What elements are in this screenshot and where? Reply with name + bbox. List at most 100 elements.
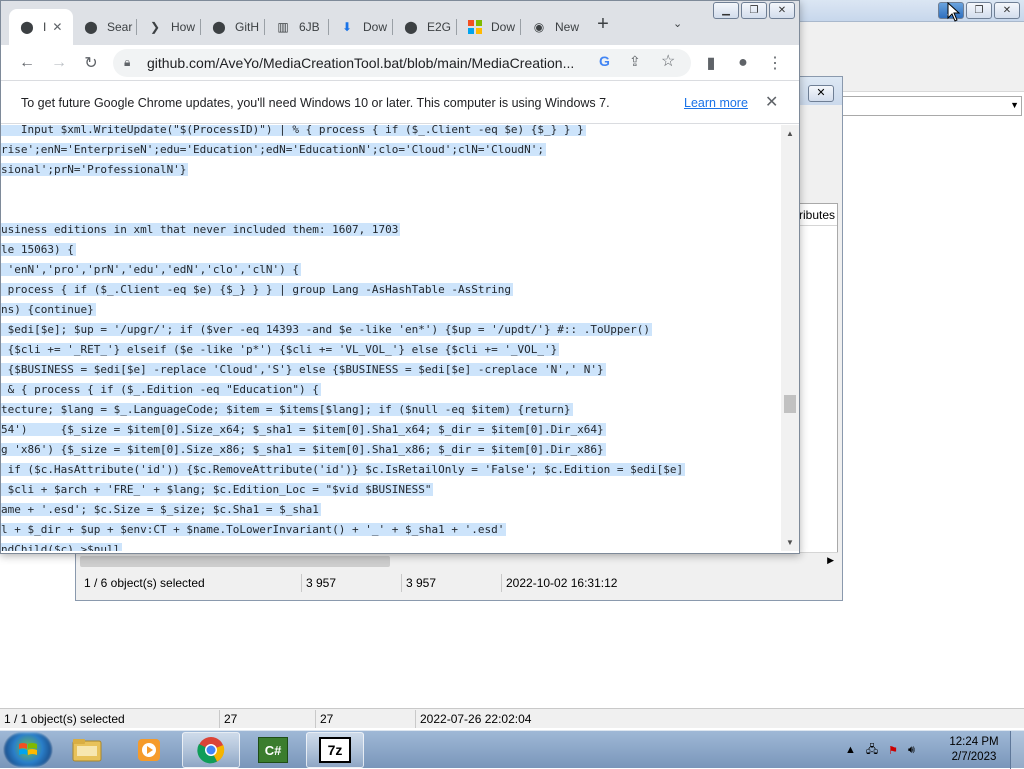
tab-label: Dow bbox=[363, 20, 388, 34]
restore-icon: ❐ bbox=[749, 5, 759, 16]
code-line-text: 54') {$_size = $item[0].Size_x64; $_sha1… bbox=[1, 423, 606, 436]
code-line-text: usiness editions in xml that never inclu… bbox=[1, 223, 401, 236]
tab-search[interactable]: ⬤ Sear bbox=[73, 9, 137, 45]
taskbar-chrome[interactable] bbox=[182, 732, 240, 768]
close-tab-icon[interactable]: ✕ bbox=[52, 20, 62, 34]
clock[interactable]: 12:24 PM 2/7/2023 bbox=[944, 735, 1004, 765]
chrome-icon bbox=[197, 737, 225, 764]
back-arrow-icon: ← bbox=[19, 54, 35, 71]
code-line[interactable]: if ($c.HasAttribute('id')) {$c.RemoveAtt… bbox=[1, 461, 686, 479]
tab-6jb[interactable]: ▥ 6JB bbox=[265, 9, 329, 45]
scrollbar-thumb[interactable] bbox=[784, 395, 796, 413]
column-header-attributes[interactable]: ributes bbox=[799, 208, 835, 222]
tab-label: E2G bbox=[427, 20, 452, 34]
code-line[interactable]: 54') {$_size = $item[0].Size_x64; $_sha1… bbox=[1, 421, 606, 439]
clock-date: 2/7/2023 bbox=[951, 751, 997, 763]
windows-logo-icon bbox=[19, 743, 37, 755]
start-button[interactable] bbox=[3, 732, 53, 768]
taskbar-csharp[interactable]: C# bbox=[244, 732, 302, 768]
code-line[interactable]: rise';enN='EnterpriseN';edu='Education';… bbox=[1, 141, 547, 159]
tab-label: GitH bbox=[235, 20, 259, 34]
vertical-scrollbar[interactable]: ▲ ▼ bbox=[781, 125, 799, 551]
reload-button[interactable]: ↻ bbox=[79, 51, 103, 75]
code-line-text: ns) {continue} bbox=[1, 303, 96, 316]
share-icon[interactable]: ⇪ bbox=[629, 53, 641, 70]
background-path-combo[interactable]: ▼ bbox=[840, 96, 1022, 116]
scroll-down-icon[interactable]: ▼ bbox=[786, 538, 794, 547]
code-line[interactable]: ame + '.esd'; $c.Size = $_size; $c.Sha1 … bbox=[1, 501, 321, 519]
forward-button[interactable]: → bbox=[47, 51, 71, 75]
inner-close-button[interactable]: ✕ bbox=[808, 85, 834, 102]
microsoft-icon bbox=[467, 19, 483, 35]
kebab-menu-icon: ⋮ bbox=[767, 55, 783, 72]
code-view[interactable]: Input $xml.WriteUpdate("$(ProcessID)") |… bbox=[1, 125, 781, 551]
library-icon: ▥ bbox=[277, 20, 289, 34]
url-text[interactable]: github.com/AveYo/MediaCreationTool.bat/b… bbox=[147, 55, 587, 71]
code-line[interactable]: le 15063) { bbox=[1, 241, 76, 259]
close-button[interactable]: ✕ bbox=[994, 2, 1020, 19]
code-line[interactable]: sional';prN='ProfessionalN'} bbox=[1, 161, 189, 179]
scrollbar-thumb[interactable] bbox=[80, 556, 390, 567]
side-panel-button[interactable]: ▮ bbox=[699, 51, 723, 75]
taskbar-explorer[interactable] bbox=[58, 732, 116, 768]
code-line[interactable]: usiness editions in xml that never inclu… bbox=[1, 221, 401, 239]
code-line[interactable]: & { process { if ($_.Edition -eq "Educat… bbox=[1, 381, 321, 399]
minimize-icon: ▁ bbox=[722, 5, 730, 16]
code-line[interactable]: process { if ($_.Client -eq $e) {$_} } }… bbox=[1, 281, 513, 299]
code-line[interactable]: $edi[$e]; $up = '/upgr/'; if ($ver -eq 1… bbox=[1, 321, 653, 339]
code-line[interactable]: 'enN','pro','prN','edu','edN','clo','clN… bbox=[1, 261, 302, 279]
code-line[interactable]: tecture; $lang = $_.LanguageCode; $item … bbox=[1, 401, 573, 419]
code-line-text: ame + '.esd'; $c.Size = $_size; $c.Sha1 … bbox=[1, 503, 321, 516]
code-line[interactable]: $cli + $arch + 'FRE_' + $lang; $c.Editio… bbox=[1, 481, 434, 499]
bookmark-star-icon[interactable]: ☆ bbox=[661, 51, 675, 71]
horizontal-scrollbar[interactable]: ▶ bbox=[80, 552, 838, 569]
code-line[interactable]: {$BUSINESS = $edi[$e] -replace 'Cloud','… bbox=[1, 361, 606, 379]
tab-github[interactable]: ⬤ GitH bbox=[201, 9, 265, 45]
back-button[interactable]: ← bbox=[15, 51, 39, 75]
code-line-text: tecture; $lang = $_.LanguageCode; $item … bbox=[1, 403, 573, 416]
code-line-text: {$BUSINESS = $edi[$e] -replace 'Cloud','… bbox=[1, 363, 606, 376]
tab-new[interactable]: ◉ New bbox=[521, 9, 585, 45]
tab-search-chevron-icon[interactable]: ⌄ bbox=[673, 17, 689, 33]
code-line[interactable]: l + $_dir + $up + $env:CT + $name.ToLowe… bbox=[1, 521, 507, 539]
tab-download[interactable]: ⬇ Dow bbox=[329, 9, 393, 45]
tab-label: I bbox=[43, 20, 47, 34]
scroll-right-icon[interactable]: ▶ bbox=[827, 555, 834, 566]
code-line[interactable]: g 'x86') {$_size = $item[0].Size_x86; $_… bbox=[1, 441, 606, 459]
minimize-button[interactable]: ▁ bbox=[713, 2, 739, 19]
code-line[interactable]: {$cli += '_RET_'} elseif ($e -like 'p*')… bbox=[1, 341, 560, 359]
volume-icon[interactable]: 🔊︎ bbox=[908, 744, 915, 757]
code-line[interactable]: Input $xml.WriteUpdate("$(ProcessID)") |… bbox=[1, 125, 586, 139]
status-size: 3 957 bbox=[302, 574, 402, 592]
address-bar[interactable]: 🔒︎ github.com/AveYo/MediaCreationTool.ba… bbox=[113, 49, 691, 77]
tab-how[interactable]: ❯ How bbox=[137, 9, 201, 45]
status-selected: 1 / 6 object(s) selected bbox=[80, 574, 302, 592]
code-line[interactable]: ns) {continue} bbox=[1, 301, 96, 319]
tab-github-active[interactable]: ⬤ I ✕ bbox=[9, 9, 73, 45]
scroll-up-icon[interactable]: ▲ bbox=[786, 129, 794, 138]
network-icon[interactable]: 🖧︎ bbox=[866, 741, 878, 760]
new-tab-button[interactable]: + bbox=[593, 14, 613, 35]
chrome-icon: ◉ bbox=[533, 20, 545, 34]
close-button[interactable]: ✕ bbox=[769, 2, 795, 19]
tab-download-ms[interactable]: Dow bbox=[457, 9, 521, 45]
inner-status-bar: 1 / 6 object(s) selected 3 957 3 957 202… bbox=[80, 573, 838, 593]
taskbar-7zip[interactable]: 7z bbox=[306, 732, 364, 768]
action-center-icon[interactable]: ⚑ bbox=[888, 744, 898, 757]
taskbar-media-player[interactable] bbox=[120, 732, 178, 768]
status-modified: 2022-07-26 22:02:04 bbox=[420, 711, 532, 726]
infobar-message: To get future Google Chrome updates, you… bbox=[21, 96, 610, 110]
google-icon[interactable]: G bbox=[599, 53, 610, 69]
restore-button[interactable]: ❐ bbox=[741, 2, 767, 19]
profile-button[interactable]: ● bbox=[731, 51, 755, 75]
show-desktop-button[interactable] bbox=[1010, 731, 1024, 769]
show-hidden-icons-icon[interactable]: ▲ bbox=[845, 744, 856, 756]
menu-button[interactable]: ⋮ bbox=[763, 51, 787, 75]
close-icon[interactable]: ✕ bbox=[765, 92, 778, 112]
code-line-text: $edi[$e]; $up = '/upgr/'; if ($ver -eq 1… bbox=[1, 323, 653, 336]
code-line-text: l + $_dir + $up + $env:CT + $name.ToLowe… bbox=[1, 523, 507, 536]
code-line[interactable]: ndChild($c) >$null bbox=[1, 541, 123, 551]
restore-button[interactable]: ❐ bbox=[966, 2, 992, 19]
tab-e2g[interactable]: ⬤ E2G bbox=[393, 9, 457, 45]
learn-more-link[interactable]: Learn more bbox=[684, 96, 748, 110]
